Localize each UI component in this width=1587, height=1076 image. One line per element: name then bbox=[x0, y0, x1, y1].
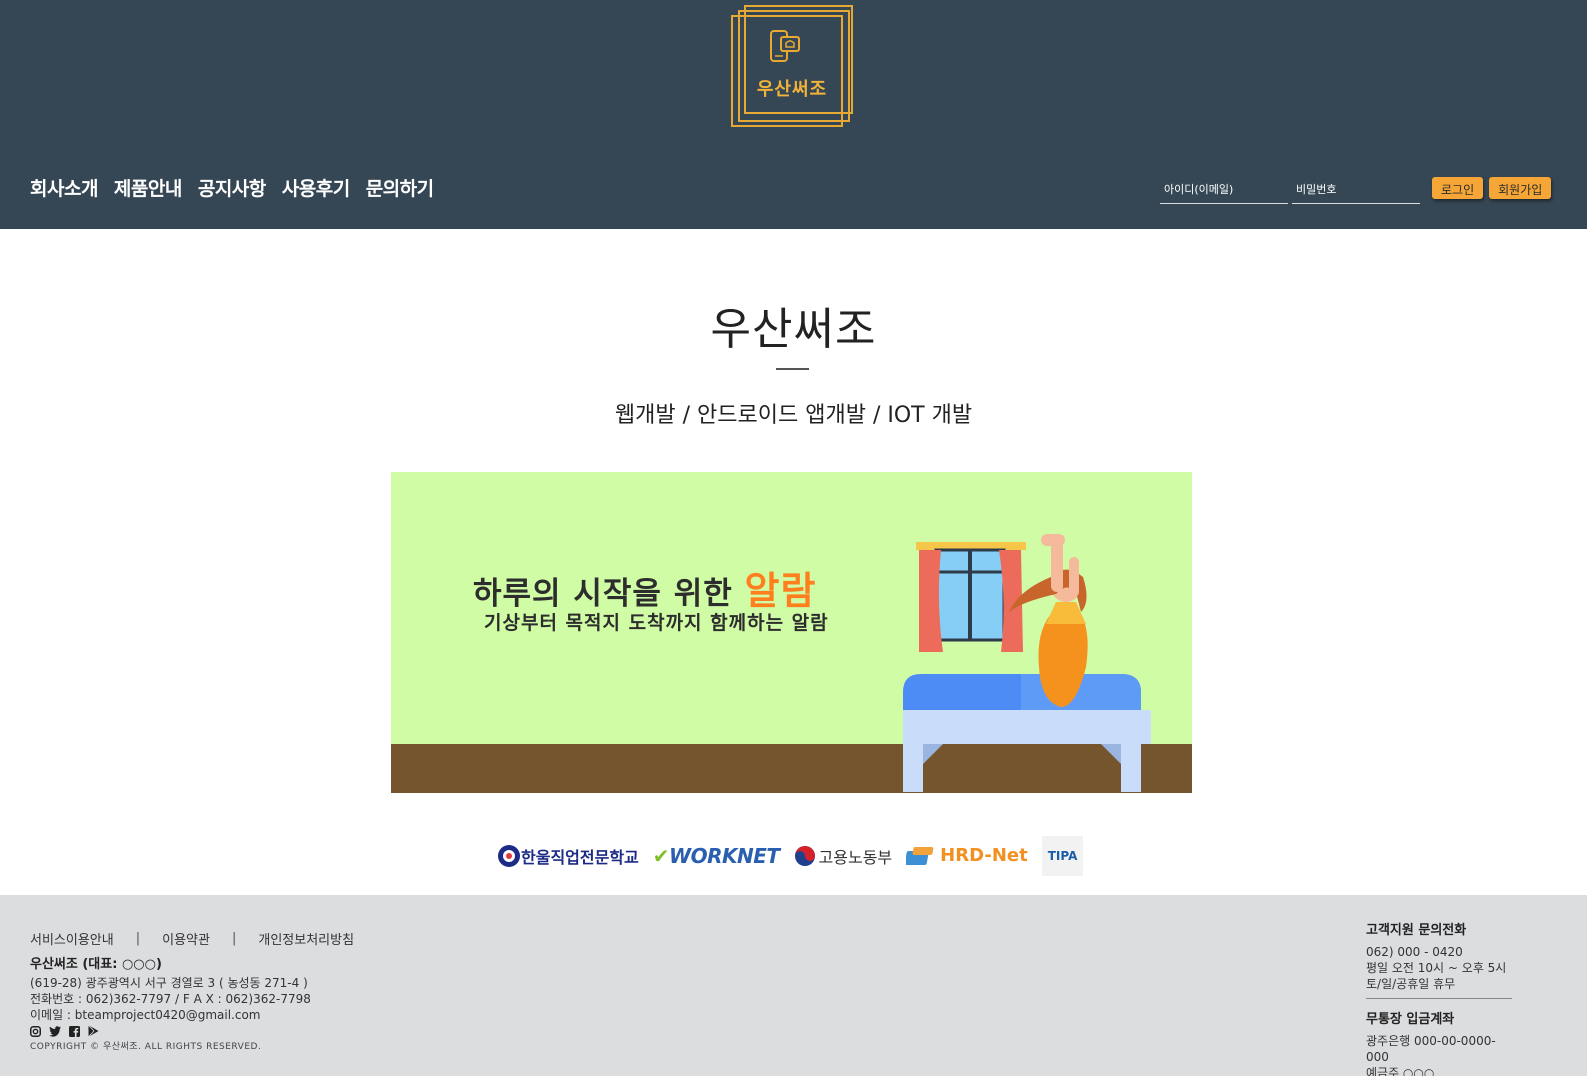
worknet-w-icon: ✔ bbox=[652, 843, 670, 868]
partner-name: TIPA bbox=[1047, 848, 1078, 863]
title-divider bbox=[776, 368, 809, 370]
footer-contact: 고객지원 문의전화 062) 000 - 0420 평일 오전 10시 ~ 오후… bbox=[1366, 919, 1512, 1076]
page-title: 우산써조 bbox=[710, 304, 877, 355]
phone-alarm-icon bbox=[769, 29, 803, 69]
partner-name: 한울직업전문학교 bbox=[521, 847, 639, 867]
footer-link-service[interactable]: 서비스이용안내 bbox=[30, 929, 114, 948]
waking-woman-illustration bbox=[891, 532, 1151, 793]
support-phone: 062) 000 - 0420 bbox=[1366, 945, 1463, 959]
footer-address: (619-28) 광주광역시 서구 경열로 3 ( 농성동 271-4 ) bbox=[30, 976, 308, 990]
id-input[interactable] bbox=[1160, 176, 1288, 204]
support-holiday: 토/일/공휴일 휴무 bbox=[1366, 977, 1456, 991]
footer-link-terms[interactable]: 이용약관 bbox=[162, 929, 210, 948]
page-subtitle: 웹개발 / 안드로이드 앱개발 / IOT 개발 bbox=[614, 403, 973, 428]
signup-button[interactable]: 회원가입 bbox=[1489, 177, 1552, 199]
hanul-emblem-icon bbox=[498, 844, 520, 867]
partner-logo-moel[interactable]: 고용노동부 bbox=[794, 836, 893, 876]
partner-logos: 한울직업전문학교 ✔ WORKNET 고용노동부 HRD-Net TIPA bbox=[497, 833, 1090, 878]
partner-logo-hrdnet[interactable]: HRD-Net bbox=[906, 836, 1028, 876]
site-header: 우산써조 회사소개 제품안내 공지사항 사용후기 문의하기 로그인 회원가입 bbox=[0, 0, 1587, 229]
bank-title: 무통장 입금계좌 bbox=[1366, 1012, 1455, 1027]
footer-link-privacy[interactable]: 개인정보처리방침 bbox=[258, 929, 354, 948]
footer-link-separator: | bbox=[231, 931, 237, 946]
nav-item-products[interactable]: 제품안내 bbox=[114, 174, 182, 201]
logo-text: 우산써조 bbox=[756, 79, 828, 100]
support-title: 고객지원 문의전화 bbox=[1366, 923, 1467, 938]
site-logo[interactable]: 우산써조 bbox=[731, 5, 853, 127]
nav-item-company[interactable]: 회사소개 bbox=[30, 174, 98, 201]
nav-item-inquiry[interactable]: 문의하기 bbox=[366, 174, 434, 201]
banner-subline: 기상부터 목적지 도착까지 함께하는 알람 bbox=[484, 612, 829, 634]
password-input[interactable] bbox=[1292, 176, 1420, 204]
partner-name: WORKNET bbox=[669, 843, 780, 868]
hero-banner: 하루의 시작을 위한 알람 기상부터 목적지 도착까지 함께하는 알람 bbox=[391, 472, 1192, 793]
site-footer: 서비스이용안내 | 이용약관 | 개인정보처리방침 우산써조 (대표: ○○○)… bbox=[0, 895, 1587, 1076]
footer-email: 이메일 : bteamproject0420@gmail.com bbox=[30, 1008, 261, 1022]
partner-name: HRD-Net bbox=[940, 845, 1028, 866]
partner-logo-tipa[interactable]: TIPA bbox=[1041, 835, 1084, 876]
partner-logo-worknet[interactable]: ✔ WORKNET bbox=[653, 836, 780, 876]
nav-item-notice[interactable]: 공지사항 bbox=[198, 174, 266, 201]
footer-links: 서비스이용안내 | 이용약관 | 개인정보처리방침 bbox=[30, 929, 354, 948]
main-nav: 회사소개 제품안내 공지사항 사용후기 문의하기 bbox=[30, 174, 434, 201]
banner-headline-accent: 알람 bbox=[744, 569, 817, 613]
footer-phone-fax: 전화번호 : 062)362-7797 / F A X : 062)362-77… bbox=[30, 992, 311, 1006]
partner-logo-hanul[interactable]: 한울직업전문학교 bbox=[497, 836, 639, 876]
hrd-net-icon bbox=[906, 846, 934, 865]
footer-company: 우산써조 (대표: ○○○) bbox=[30, 957, 162, 972]
footer-link-separator: | bbox=[135, 931, 141, 946]
copyright: COPYRIGHT © 우산써조. ALL RIGHTS RESERVED. bbox=[30, 1042, 262, 1052]
support-hours: 평일 오전 10시 ~ 오후 5시 bbox=[1366, 961, 1507, 975]
banner-headline: 하루의 시작을 위한 알람 bbox=[473, 560, 816, 615]
bank-account: 광주은행 000-00-0000-000 bbox=[1366, 1034, 1496, 1064]
login-button[interactable]: 로그인 bbox=[1432, 177, 1484, 199]
bank-holder: 예금주 ○○○ bbox=[1366, 1066, 1435, 1076]
banner-headline-text: 하루의 시작을 위한 bbox=[473, 576, 745, 612]
login-form: 로그인 회원가입 bbox=[1160, 176, 1552, 204]
nav-item-reviews[interactable]: 사용후기 bbox=[282, 174, 350, 201]
partner-name: 고용노동부 bbox=[818, 847, 893, 867]
footer-contact-divider bbox=[1366, 998, 1512, 999]
taeguk-icon bbox=[794, 845, 815, 866]
